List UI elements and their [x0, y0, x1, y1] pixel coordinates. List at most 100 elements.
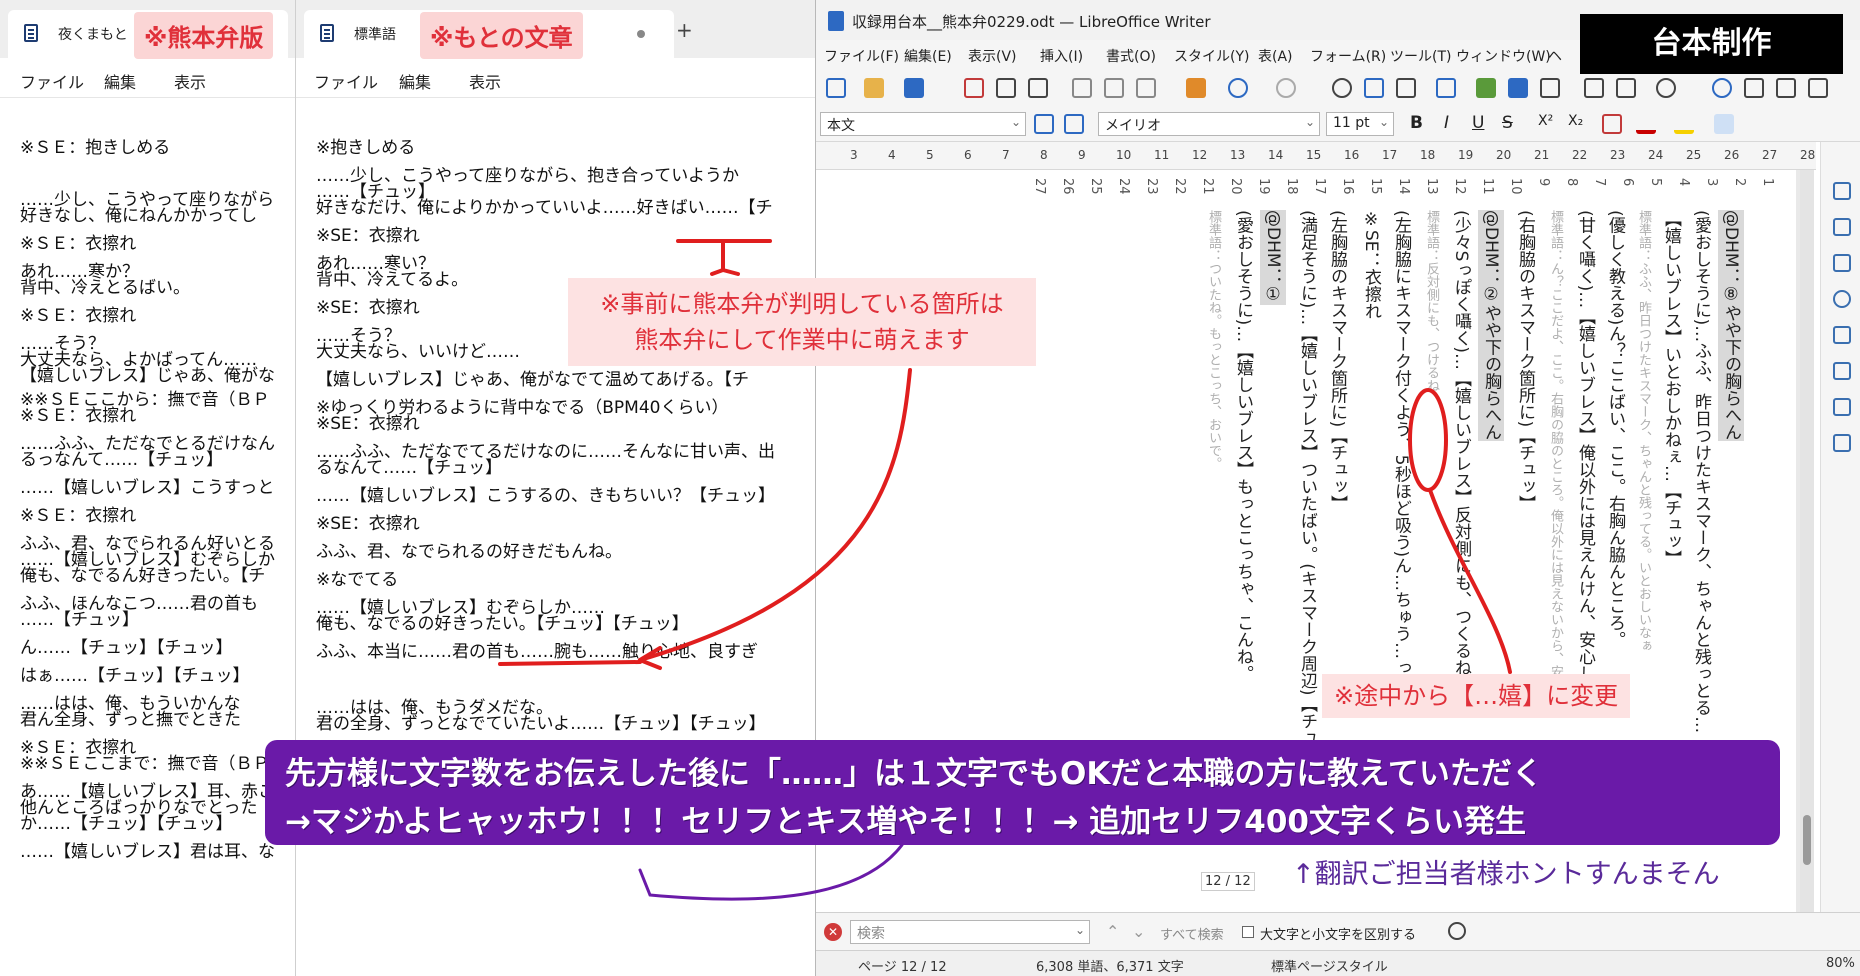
line-number: 19: [1256, 178, 1271, 195]
menu-help[interactable]: ヘ: [1548, 46, 1562, 66]
chevron-down-icon: ⌄: [1010, 115, 1021, 129]
close-find-icon[interactable]: ✕: [824, 923, 842, 941]
menu-insert[interactable]: 挿入(I): [1040, 46, 1083, 66]
navigator-icon[interactable]: [1833, 290, 1851, 308]
menu-file[interactable]: ファイル: [20, 69, 84, 93]
ruler-tick-label: 21: [1534, 148, 1550, 162]
new-style-icon[interactable]: [1064, 114, 1084, 134]
print-preview-icon[interactable]: [1028, 78, 1048, 98]
strikethrough-icon[interactable]: S: [1502, 113, 1513, 133]
page-break-icon[interactable]: [1584, 78, 1604, 98]
align-icon[interactable]: [1714, 114, 1734, 134]
clear-formatting-icon[interactable]: [1602, 114, 1622, 134]
line-number: 11: [1480, 178, 1495, 195]
find-input[interactable]: 検索 ⌄: [850, 920, 1090, 944]
save-icon[interactable]: [904, 78, 924, 98]
menu-window[interactable]: ウィンドウ(W): [1456, 46, 1551, 66]
status-zoom[interactable]: 80%: [1826, 956, 1855, 971]
find-toolbar: ✕ 検索 ⌄ ⌃ ⌄ すべて検索 大文字と小文字を区別する: [816, 912, 1860, 950]
bold-icon[interactable]: B: [1410, 113, 1423, 133]
font-name-select[interactable]: メイリオ ⌄: [1098, 112, 1320, 136]
update-style-icon[interactable]: [1034, 114, 1054, 134]
redo-icon[interactable]: [1276, 78, 1296, 98]
standard-toolbar: [816, 70, 1860, 106]
new-doc-icon[interactable]: [826, 78, 846, 98]
menu-table[interactable]: 表(A): [1258, 46, 1293, 66]
text-line: 大丈夫なら、いいけど……: [316, 342, 520, 362]
insert-chart-icon[interactable]: [1508, 78, 1528, 98]
comment-icon[interactable]: [1776, 78, 1796, 98]
match-case-label: 大文字と小文字を区別する: [1260, 928, 1417, 943]
match-case-checkbox[interactable]: [1242, 926, 1254, 938]
font-size-select[interactable]: 11 pt ⌄: [1326, 112, 1394, 136]
scrollbar-thumb[interactable]: [1803, 815, 1811, 865]
superscript-icon[interactable]: X²: [1538, 113, 1553, 129]
design-icon[interactable]: [1833, 434, 1851, 452]
menu-view[interactable]: 表示(V): [968, 46, 1017, 66]
menu-styles[interactable]: スタイル(Y): [1174, 46, 1249, 66]
print-icon[interactable]: [996, 78, 1016, 98]
special-char-icon[interactable]: [1656, 78, 1676, 98]
ruler-tick-label: 15: [1306, 148, 1322, 162]
copy-icon[interactable]: [1104, 78, 1124, 98]
underline-icon[interactable]: U: [1472, 113, 1484, 133]
menu-edit[interactable]: 編集(E): [904, 46, 952, 66]
find-all-button[interactable]: すべて検索: [1160, 924, 1224, 943]
paragraph-style-select[interactable]: 本文 ⌄: [820, 112, 1026, 136]
properties-icon[interactable]: [1833, 182, 1851, 200]
highlight-color-icon[interactable]: [1674, 114, 1694, 134]
italic-icon[interactable]: I: [1444, 113, 1449, 133]
find-replace-icon[interactable]: [1448, 922, 1466, 940]
menu-edit[interactable]: 編集: [399, 69, 431, 93]
text-line: 俺も、なでるん好きったい。【チ: [20, 566, 266, 586]
ruler-tick-label: 24: [1648, 148, 1664, 162]
cut-icon[interactable]: [1072, 78, 1092, 98]
script-line: (右胸脇のキスマーク箇所に)【チュッ】: [1515, 210, 1535, 513]
status-word-count: 6,308 単語、6,371 文字: [1036, 960, 1184, 975]
vertical-scrollbar[interactable]: [1800, 170, 1814, 912]
footnote-icon[interactable]: [1744, 78, 1764, 98]
chevron-down-icon: ⌄: [1074, 923, 1085, 937]
open-folder-icon[interactable]: [864, 78, 884, 98]
insert-table-icon[interactable]: [1436, 78, 1456, 98]
subscript-icon[interactable]: X₂: [1568, 113, 1583, 129]
formatting-marks-icon[interactable]: [1396, 78, 1416, 98]
menu-file[interactable]: ファイル: [314, 69, 378, 93]
menu-file[interactable]: ファイル(F): [824, 46, 899, 66]
ruler-tick-label: 14: [1268, 148, 1284, 162]
track-changes-icon[interactable]: [1808, 78, 1828, 98]
export-pdf-icon[interactable]: [964, 78, 984, 98]
menu-view[interactable]: 表示: [174, 69, 206, 93]
styles-icon[interactable]: [1833, 218, 1851, 236]
find-next-icon[interactable]: ⌄: [1132, 922, 1145, 941]
horizontal-ruler[interactable]: 3 4 5 6 7 8 9 10 11 12 13 14 15 16 17 18 19 20 21 22 23 24 25 2…: [816, 142, 1816, 170]
clone-format-icon[interactable]: [1186, 78, 1206, 98]
manage-changes-icon[interactable]: [1833, 398, 1851, 416]
text-line: ふふ、君、なでられるの好きだもんね。: [316, 542, 622, 562]
menu-tools[interactable]: ツール(T): [1390, 46, 1451, 66]
insert-textbox-icon[interactable]: [1540, 78, 1560, 98]
menu-format[interactable]: 書式(O): [1106, 46, 1156, 66]
line-number: 4: [1676, 178, 1691, 187]
line-number: 17: [1312, 178, 1327, 195]
script-line: @DHM：①: [1260, 210, 1286, 305]
text-line: ふふ、本当に……君の首も……腕も……触り心地、良すぎ: [316, 642, 758, 662]
insert-field-icon[interactable]: [1616, 78, 1636, 98]
paste-icon[interactable]: [1136, 78, 1156, 98]
font-color-icon[interactable]: [1636, 114, 1656, 134]
find-replace-icon[interactable]: [1332, 78, 1352, 98]
insert-image-icon[interactable]: [1476, 78, 1496, 98]
menu-edit[interactable]: 編集: [104, 69, 136, 93]
page-icon[interactable]: [1833, 326, 1851, 344]
menu-form[interactable]: フォーム(R): [1310, 46, 1386, 66]
find-prev-icon[interactable]: ⌃: [1106, 922, 1119, 941]
menu-view[interactable]: 表示: [469, 69, 501, 93]
undo-icon[interactable]: [1228, 78, 1248, 98]
spelling-icon[interactable]: [1364, 78, 1384, 98]
line-number: 20: [1228, 178, 1243, 195]
gallery-icon[interactable]: [1833, 254, 1851, 272]
new-tab-button[interactable]: +: [676, 18, 693, 42]
hyperlink-icon[interactable]: [1712, 78, 1732, 98]
find-placeholder: 検索: [857, 926, 885, 942]
style-inspector-icon[interactable]: [1833, 362, 1851, 380]
